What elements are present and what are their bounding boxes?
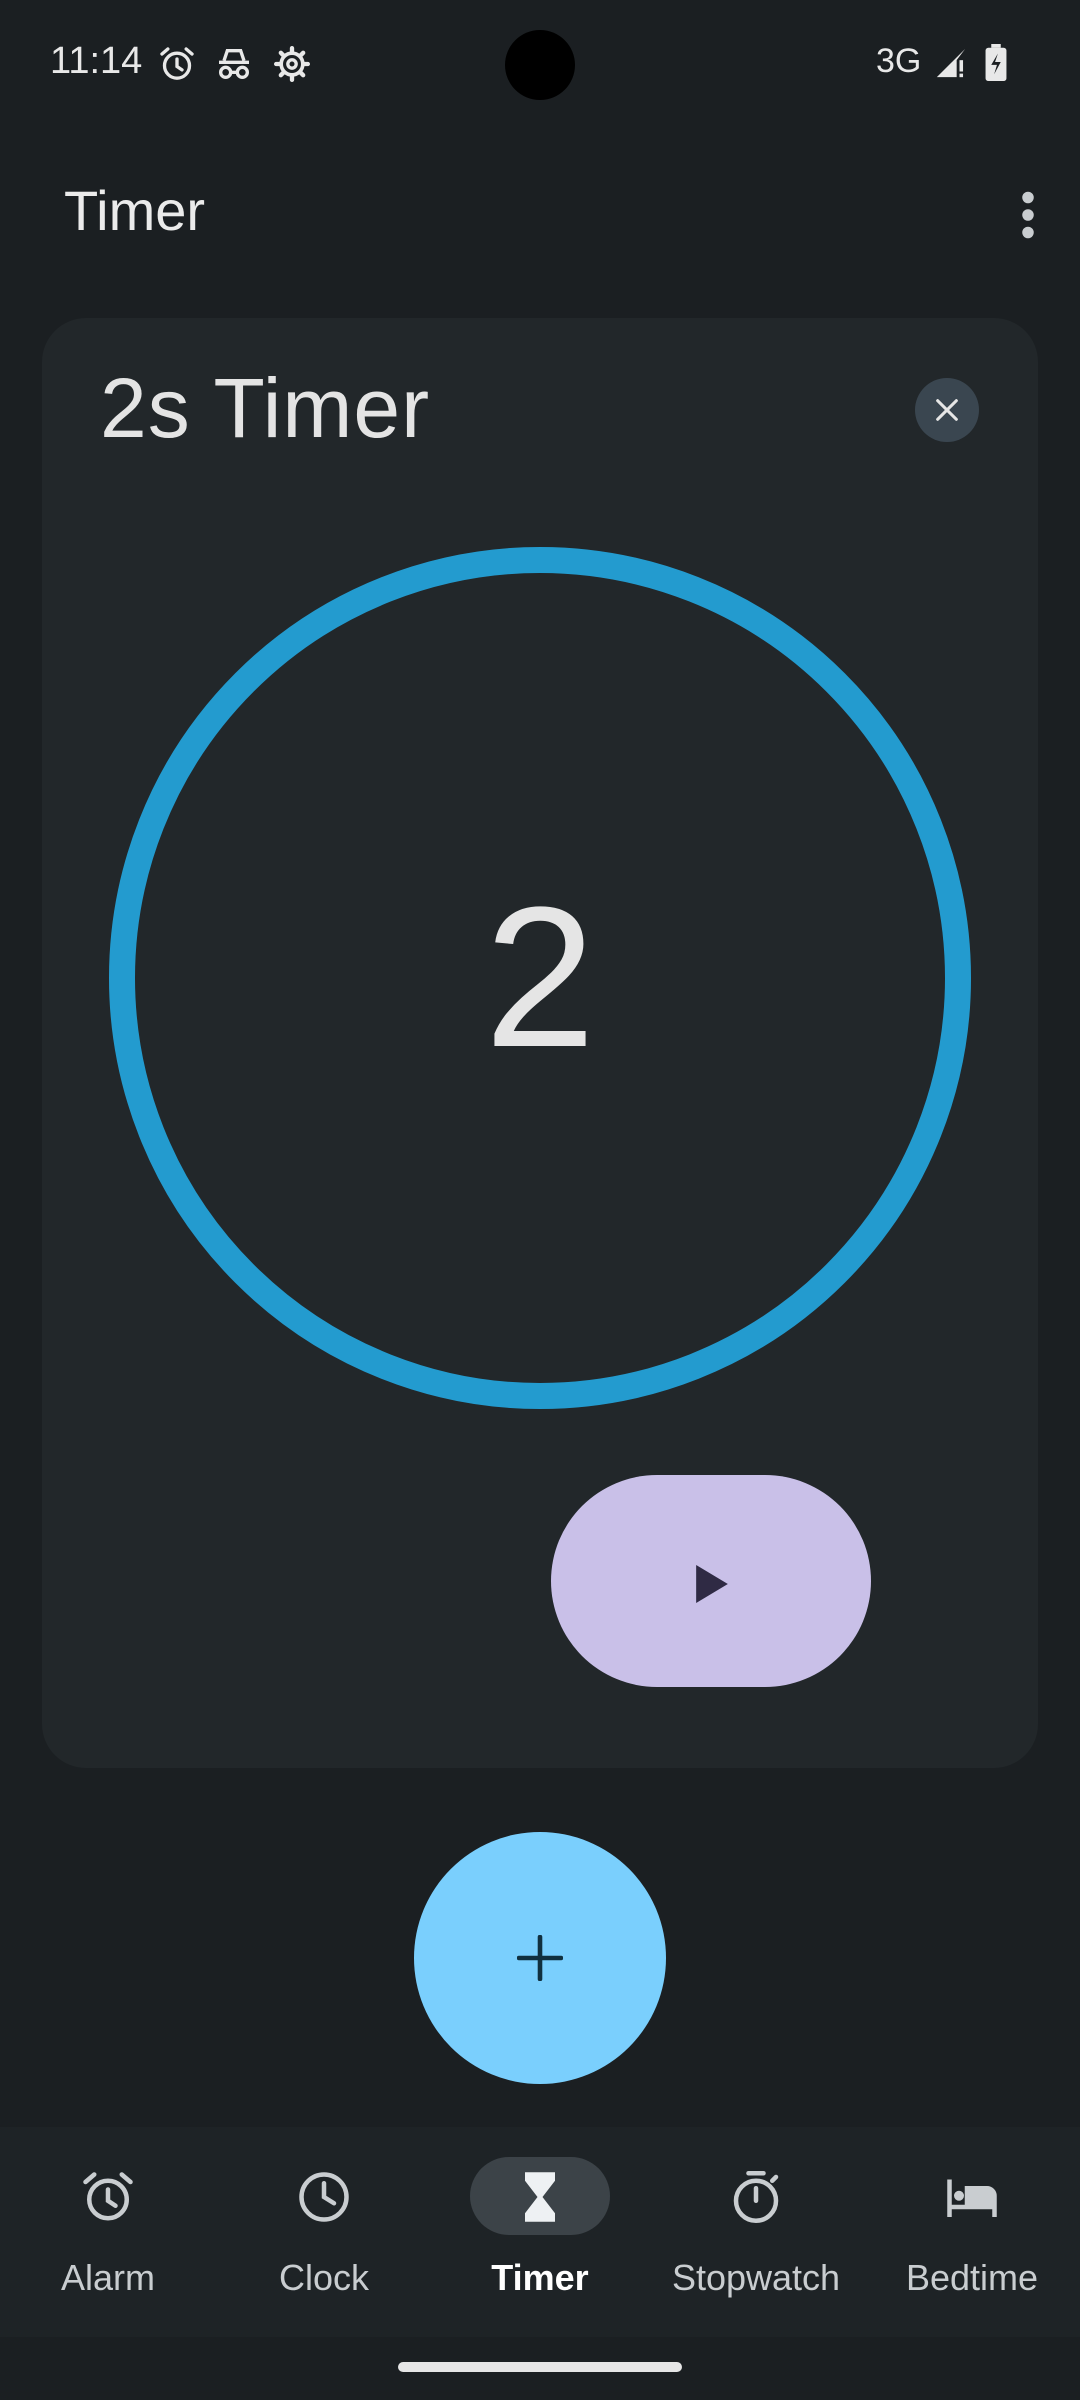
nav-label-clock: Clock [278,2257,370,2298]
timer-label[interactable]: 2s Timer [100,360,430,457]
add-icon [517,1935,563,1981]
more-options-button[interactable] [975,148,1080,282]
network-type: 3G [876,42,922,80]
add-timer-button[interactable] [414,1832,666,2084]
nav-item-clock[interactable]: Clock [216,2127,432,2337]
nav-label-bedtime: Bedtime [905,2257,1039,2298]
nav-label-alarm: Alarm [60,2257,155,2298]
nav-item-timer[interactable]: Timer [432,2127,648,2337]
nav-label-timer: Timer [491,2257,589,2298]
status-time: 11:14 [50,40,143,82]
play-icon [696,1565,728,1603]
incognito-icon [219,49,249,80]
camera-cutout [505,30,575,100]
settings-gear-icon [274,46,310,83]
clock-icon [299,2172,349,2222]
delete-timer-button[interactable] [915,378,979,442]
page-title: Timer [64,179,206,242]
gesture-navigation-bar[interactable] [398,2362,682,2372]
alarm-icon [160,47,194,80]
stopwatch-icon [733,2171,779,2223]
nav-item-stopwatch[interactable]: Stopwatch [648,2127,864,2337]
close-icon [936,399,958,421]
nav-item-bedtime[interactable]: Bedtime [864,2127,1080,2337]
signal-icon [936,48,966,78]
nav-item-alarm[interactable]: Alarm [0,2127,216,2337]
bed-icon [947,2179,997,2217]
start-timer-button[interactable] [551,1475,871,1687]
alarm-icon [83,2172,133,2221]
remaining-time: 2 [484,866,596,1089]
hourglass-icon [525,2172,555,2222]
more-vert-icon [1022,191,1034,239]
battery-charging-icon [985,44,1007,82]
nav-label-stopwatch: Stopwatch [671,2257,841,2298]
